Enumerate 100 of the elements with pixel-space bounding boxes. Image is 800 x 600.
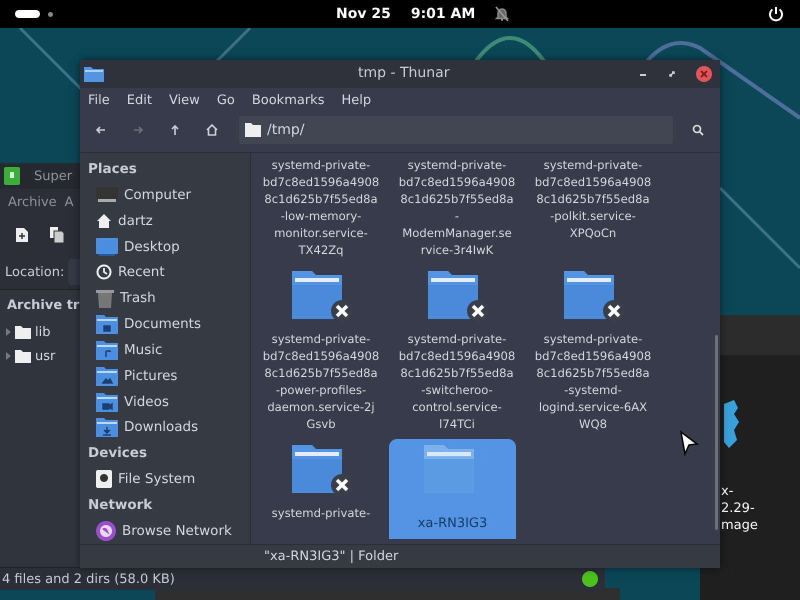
tree-item[interactable]: lib bbox=[35, 324, 50, 340]
menu-item[interactable]: Go bbox=[216, 92, 235, 108]
status-text: "xa-RN3IG3" | Folder bbox=[264, 549, 398, 564]
scrollbar[interactable] bbox=[715, 335, 718, 530]
selected-folder-tile[interactable]: xa-RN3IG3 bbox=[389, 439, 516, 539]
file-name-line: systemd-private- bbox=[272, 505, 370, 522]
sidebar-item[interactable]: Trash bbox=[80, 285, 250, 312]
menu-item[interactable]: View bbox=[168, 92, 200, 108]
path-field[interactable]: /tmp/ bbox=[239, 116, 673, 144]
file-name-line: logind.service-6AX bbox=[538, 399, 648, 416]
folder-icon bbox=[96, 417, 118, 438]
file-label-line: mage bbox=[721, 517, 758, 534]
restore-icon[interactable] bbox=[667, 69, 677, 79]
folder-tile[interactable]: systemd-private- bd7c8ed1596a4908 8c1d625b7f55ed8a -switcheroo- control.service- l74TCi bbox=[389, 265, 525, 433]
date-text[interactable]: Nov 25 bbox=[336, 6, 391, 22]
folder-icon bbox=[96, 340, 118, 360]
copy-icon[interactable] bbox=[50, 227, 64, 243]
file-name-line: Gsvb bbox=[306, 416, 336, 433]
folder-tile[interactable]: systemd-private- bbox=[253, 439, 389, 539]
power-icon[interactable] bbox=[768, 6, 784, 22]
globe-icon bbox=[96, 521, 116, 542]
file-name-line: bd7c8ed1596a4908 bbox=[398, 348, 516, 365]
file-name-line: -low-memory- bbox=[280, 208, 362, 225]
tree-item[interactable]: usr bbox=[35, 348, 56, 364]
close-icon[interactable] bbox=[696, 66, 712, 82]
desktop-icon bbox=[96, 238, 118, 256]
sidebar-item[interactable]: File System bbox=[80, 466, 250, 492]
clock-icon bbox=[96, 264, 112, 280]
file-name-line: 8c1d625b7f55ed8a bbox=[264, 191, 378, 208]
folder-tile[interactable]: systemd-private- bd7c8ed1596a4908 8c1d625b7f55ed8a -systemd- logind.service-6AX WQ8 bbox=[525, 265, 661, 433]
file-name-line: systemd-private- bbox=[272, 331, 370, 348]
search-icon[interactable] bbox=[692, 124, 704, 136]
file-name-line: -systemd- bbox=[564, 382, 622, 399]
sidebar-item[interactable]: Music bbox=[80, 336, 250, 363]
folder-tile[interactable]: systemd-private- bd7c8ed1596a4908 8c1d625b7f55ed8a - ModemManager.se rvice-3r4IwK bbox=[389, 153, 525, 259]
folder-icon bbox=[245, 123, 261, 137]
sidebar-item[interactable]: Computer bbox=[80, 182, 250, 208]
file-name-line: daemon.service-2j bbox=[267, 399, 375, 416]
location-field[interactable] bbox=[68, 259, 80, 285]
file-name-line: - bbox=[454, 208, 460, 225]
file-name-line: bd7c8ed1596a4908 bbox=[262, 174, 380, 191]
sidebar-item[interactable]: Browse Network bbox=[80, 518, 250, 544]
file-label-line: x- bbox=[721, 483, 734, 500]
file-name-line: bd7c8ed1596a4908 bbox=[534, 174, 652, 191]
file-name-line: l74TCi bbox=[439, 416, 475, 433]
file-name-line: systemd-private- bbox=[408, 157, 506, 174]
home-icon bbox=[96, 212, 112, 229]
file-name-line: bd7c8ed1596a4908 bbox=[262, 348, 380, 365]
folder-icon bbox=[96, 366, 118, 386]
drive-icon bbox=[96, 470, 112, 488]
file-name-line: systemd-private- bbox=[544, 157, 642, 174]
file-name-line: systemd-private- bbox=[272, 157, 370, 174]
folder-icon bbox=[84, 66, 104, 82]
file-name-line: ModemManager.se bbox=[402, 225, 512, 242]
file-name-line: 8c1d625b7f55ed8a bbox=[536, 365, 650, 382]
home-icon[interactable] bbox=[205, 123, 219, 137]
file-name-line: xa-RN3IG3 bbox=[418, 515, 488, 532]
puzzle-icon bbox=[722, 400, 740, 450]
menu-item[interactable]: A bbox=[64, 194, 74, 210]
folder-icon bbox=[96, 314, 118, 334]
menu-item[interactable]: Archive bbox=[8, 194, 57, 210]
menu-item[interactable]: Edit bbox=[126, 92, 152, 108]
activities-icon[interactable] bbox=[15, 10, 40, 18]
notifications-off-icon[interactable] bbox=[495, 6, 510, 22]
window-title: Super bbox=[34, 168, 72, 184]
status-indicator-icon bbox=[582, 571, 598, 587]
file-name-line: TX42Zq bbox=[298, 242, 344, 259]
menu-item[interactable]: File bbox=[88, 92, 110, 108]
trash-icon bbox=[96, 288, 114, 308]
folder-tile[interactable]: systemd-private- bd7c8ed1596a4908 8c1d625b7f55ed8a -power-profiles- daemon.service-2j Gsvb bbox=[253, 265, 389, 433]
sidebar-item[interactable]: dartz bbox=[80, 208, 250, 234]
mouse-pointer-icon bbox=[679, 430, 699, 456]
file-name-line: 8c1d625b7f55ed8a bbox=[400, 191, 514, 208]
sidebar-header: Places bbox=[87, 160, 138, 179]
sidebar-item[interactable]: Downloads bbox=[80, 414, 250, 440]
file-name-line: -power-profiles- bbox=[276, 382, 366, 399]
sidebar-item[interactable]: Videos bbox=[80, 388, 250, 414]
app-icon bbox=[4, 167, 20, 185]
monitor-icon bbox=[96, 186, 118, 203]
file-name-line: monitor.service- bbox=[274, 225, 368, 242]
sidebar-item[interactable]: Desktop bbox=[80, 234, 250, 260]
file-name-line: control.service- bbox=[412, 399, 502, 416]
folder-icon bbox=[96, 392, 118, 412]
time-text[interactable]: 9:01 AM bbox=[410, 6, 476, 22]
workspace-dot-icon bbox=[48, 12, 53, 16]
file-name-line: 8c1d625b7f55ed8a bbox=[536, 191, 650, 208]
folder-tile[interactable]: systemd-private- bd7c8ed1596a4908 8c1d625b7f55ed8a -low-memory- monitor.service- TX42Zq bbox=[253, 153, 389, 259]
new-file-icon[interactable] bbox=[16, 228, 28, 242]
menu-item[interactable]: Help bbox=[341, 92, 372, 108]
sidebar-item[interactable]: Recent bbox=[80, 259, 250, 286]
folder-tile[interactable]: systemd-private- bd7c8ed1596a4908 8c1d625b7f55ed8a -polkit.service- XPQoCn bbox=[525, 153, 661, 259]
sidebar-item[interactable]: Pictures bbox=[80, 362, 250, 389]
menu-item[interactable]: Bookmarks bbox=[252, 92, 324, 108]
sidebar-header: Devices bbox=[87, 444, 148, 464]
folder-icon bbox=[15, 350, 31, 362]
file-name-line: bd7c8ed1596a4908 bbox=[398, 174, 516, 191]
file-name-line: systemd-private- bbox=[544, 331, 642, 348]
file-name-line: -polkit.service- bbox=[550, 208, 636, 225]
sidebar-item[interactable]: Documents bbox=[80, 311, 250, 337]
window-title: tmp - Thunar bbox=[358, 65, 450, 81]
